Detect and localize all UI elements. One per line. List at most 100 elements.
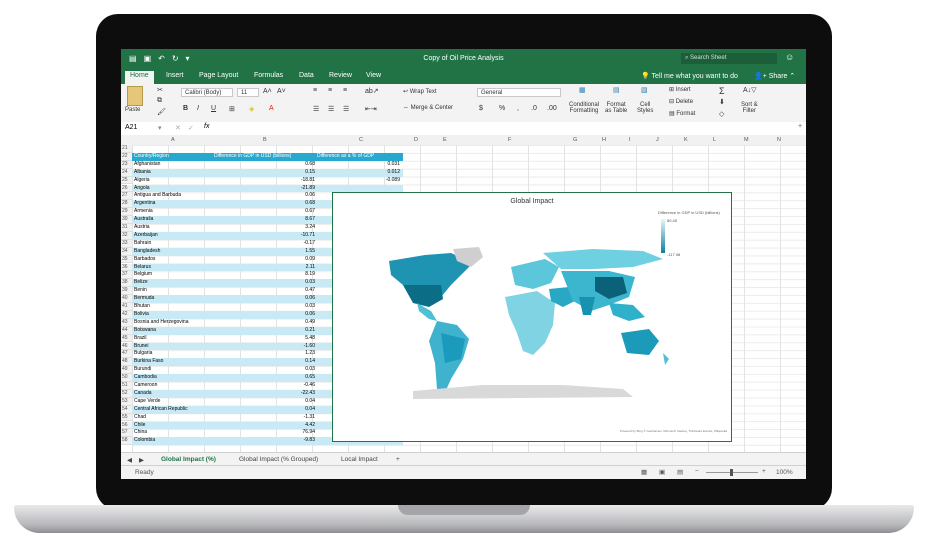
col-m[interactable]: M (744, 137, 749, 143)
row-number[interactable]: 31 (121, 224, 132, 232)
name-box[interactable]: A21 (125, 124, 137, 131)
row-number[interactable]: 35 (121, 255, 132, 264)
font-size-select[interactable]: 11 (237, 88, 259, 97)
row-number[interactable]: 21 (121, 145, 132, 153)
cell-gdp-diff[interactable]: 4.42 (214, 421, 317, 430)
header-country[interactable]: Country/Region (132, 152, 214, 161)
orientation-icon[interactable]: ab↗ (365, 87, 379, 95)
font-color-icon[interactable]: A (269, 105, 274, 112)
row-number[interactable]: 56 (121, 421, 132, 430)
cell-pct-gdp[interactable]: -0.089 (317, 177, 403, 185)
fill-icon[interactable]: ⬇ (719, 98, 725, 106)
row-number[interactable]: 46 (121, 342, 132, 351)
zoom-in-icon[interactable]: + (762, 468, 766, 475)
cell-gdp-diff[interactable]: 8.67 (214, 216, 317, 224)
cell-country[interactable]: Belgium (132, 271, 214, 279)
cut-icon[interactable]: ✂ (157, 86, 163, 94)
col-a[interactable]: A (171, 137, 175, 143)
cell-gdp-diff[interactable]: 76.94 (214, 429, 317, 437)
col-h[interactable]: H (602, 137, 606, 143)
row-number[interactable]: 23 (121, 160, 132, 169)
cell-country[interactable]: Chad (132, 414, 214, 422)
col-f[interactable]: F (508, 137, 511, 143)
decrease-font-icon[interactable]: A˅ (277, 88, 286, 95)
row-number[interactable]: 50 (121, 374, 132, 382)
autosum-icon[interactable]: Σ (719, 86, 725, 96)
name-box-dropdown-icon[interactable]: ▾ (158, 124, 162, 132)
indent-icon[interactable]: ⇤⇥ (365, 105, 377, 113)
cell-gdp-diff[interactable]: -10.71 (214, 231, 317, 240)
cell-gdp-diff[interactable]: 1.23 (214, 350, 317, 358)
row-number[interactable]: 58 (121, 437, 132, 446)
row-number[interactable]: 43 (121, 318, 132, 327)
col-k[interactable]: K (684, 137, 688, 143)
cell-gdp-diff[interactable]: 0.65 (214, 374, 317, 382)
cell-country[interactable]: Afghanistan (132, 161, 214, 169)
zoom-out-icon[interactable]: − (695, 468, 699, 475)
row-number[interactable]: 22 (121, 152, 132, 161)
cell-gdp-diff[interactable]: 1.55 (214, 247, 317, 256)
cell-gdp-diff[interactable]: 0.68 (214, 200, 317, 209)
align-top-icon[interactable]: ≡ (313, 87, 317, 94)
cell-country[interactable]: Bolivia (132, 310, 214, 319)
cell-country[interactable]: Bosnia and Herzegovina (132, 319, 214, 327)
expand-formula-icon[interactable]: + (798, 123, 802, 130)
col-n[interactable]: N (777, 137, 781, 143)
format-cells-button[interactable]: ▤ Format (669, 110, 695, 117)
cell-gdp-diff[interactable]: 3.24 (214, 224, 317, 232)
cell-country[interactable]: Bahrain (132, 240, 214, 248)
wrap-text-button[interactable]: ↩ Wrap Text (403, 88, 437, 95)
clear-icon[interactable]: ◇ (719, 110, 724, 118)
cell-gdp-diff[interactable]: -18.81 (214, 177, 317, 185)
cell-gdp-diff[interactable]: 0.06 (214, 310, 317, 319)
delete-cells-button[interactable]: ⊟ Delete (669, 98, 693, 105)
row-number[interactable]: 36 (121, 263, 132, 272)
cell-country[interactable]: Cameroon (132, 382, 214, 390)
page-break-view-icon[interactable]: ▤ (677, 468, 683, 476)
row-number[interactable]: 55 (121, 413, 132, 422)
cell-country[interactable]: Botswana (132, 326, 214, 335)
cell-country[interactable]: Bulgaria (132, 350, 214, 358)
cell-country[interactable]: Bangladesh (132, 247, 214, 256)
zoom-slider-thumb[interactable] (730, 469, 733, 476)
cell-gdp-diff[interactable]: 0.49 (214, 319, 317, 327)
cell-gdp-diff[interactable]: 0.06 (214, 295, 317, 303)
cell-country[interactable]: Armenia (132, 208, 214, 216)
row-number[interactable]: 24 (121, 168, 132, 177)
cell-gdp-diff[interactable]: -0.46 (214, 382, 317, 390)
tab-home[interactable]: Home (125, 71, 154, 84)
percent-icon[interactable]: % (499, 105, 505, 112)
row-number[interactable]: 49 (121, 366, 132, 375)
cell-country[interactable]: Central African Republic (132, 405, 214, 414)
row-number[interactable]: 53 (121, 397, 132, 406)
row-number[interactable]: 33 (121, 239, 132, 248)
row-number[interactable]: 54 (121, 405, 132, 414)
align-left-icon[interactable]: ☰ (313, 105, 319, 113)
number-format-select[interactable]: General (477, 88, 561, 97)
cell-styles-button[interactable]: Cell Styles (637, 102, 653, 114)
sheet-tab-global-impact-pct[interactable]: Global Impact (%) (161, 456, 216, 463)
decrease-decimal-icon[interactable]: .00 (547, 105, 557, 112)
row-number[interactable]: 39 (121, 287, 132, 296)
conditional-formatting-icon[interactable]: ▦ (579, 86, 586, 94)
normal-view-icon[interactable]: ▦ (641, 468, 647, 476)
row-number[interactable]: 27 (121, 192, 132, 201)
cell-country[interactable]: Bermuda (132, 295, 214, 303)
cell-gdp-diff[interactable]: 5.48 (214, 335, 317, 343)
sheet-tab-global-impact-grouped[interactable]: Global Impact (% Grouped) (239, 456, 318, 463)
cell-country[interactable]: Burundi (132, 366, 214, 374)
next-sheet-icon[interactable]: ▶ (139, 456, 144, 464)
cell-country[interactable]: China (132, 429, 214, 437)
cell-gdp-diff[interactable]: -9.83 (214, 437, 317, 446)
col-g[interactable]: G (573, 137, 577, 143)
sort-filter-button[interactable]: Sort & Filter (741, 102, 758, 114)
row-number[interactable]: 41 (121, 303, 132, 311)
cell-country[interactable]: Burkina Faso (132, 358, 214, 367)
feedback-icon[interactable]: ☺ (785, 52, 794, 62)
copy-icon[interactable]: ⧉ (157, 97, 162, 105)
cell-country[interactable]: Azerbaijan (132, 231, 214, 240)
row-number[interactable]: 51 (121, 382, 132, 390)
cell-country[interactable]: Belize (132, 279, 214, 288)
align-right-icon[interactable]: ☰ (343, 105, 349, 113)
row-number[interactable]: 30 (121, 216, 132, 224)
